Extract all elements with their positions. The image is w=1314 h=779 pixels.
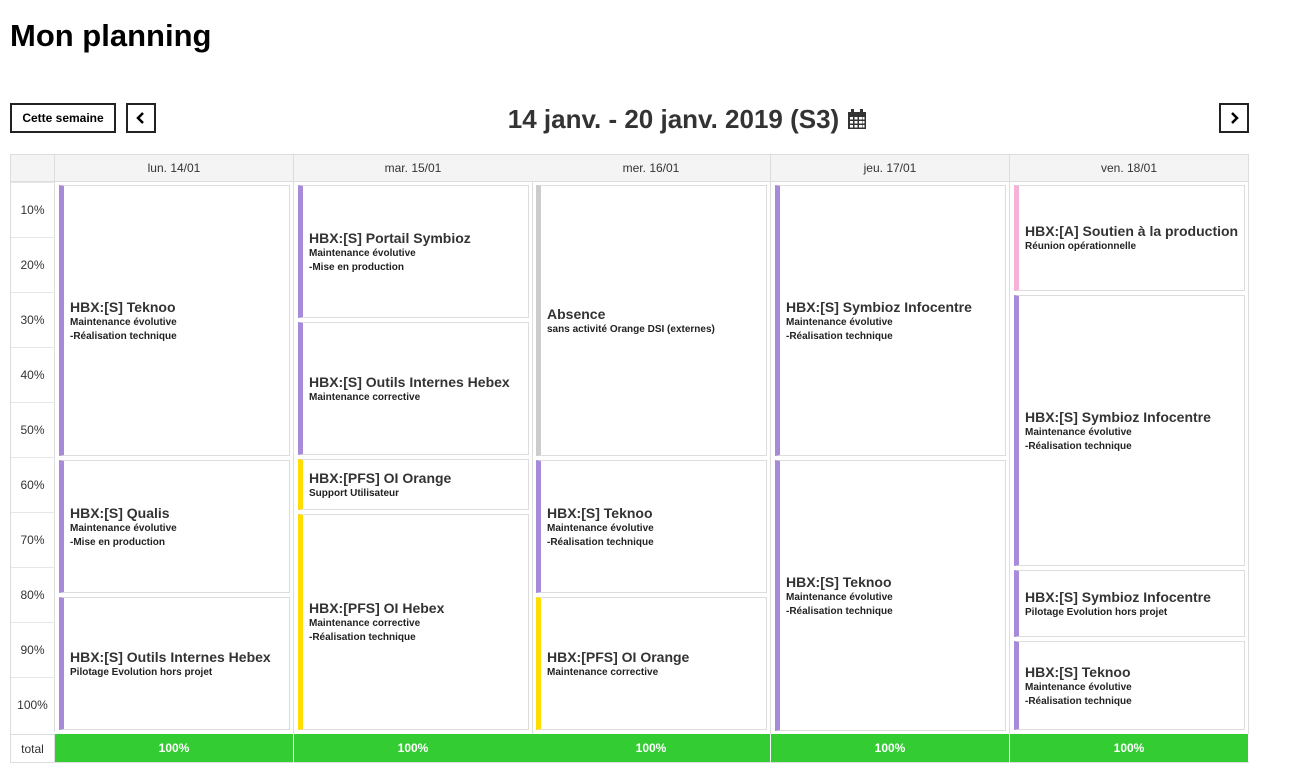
- event-subtitle: Maintenance corrective: [547, 666, 659, 678]
- planning-grid: total 10% 20% 30% 40% 50% 60% 70% 80% 90% 100% lun…: [10, 154, 1249, 763]
- event-subtitle: Maintenance évolutive: [786, 591, 893, 603]
- event-block[interactable]: HBX:[S] Teknoo Maintenance évolutive -Réal…: [536, 460, 767, 593]
- event-subtitle: sans activité Orange DSI (externes): [547, 323, 715, 335]
- total-cell: 100%: [771, 734, 1010, 762]
- event-block[interactable]: HBX:[A] Soutien à la production Réunion o…: [1014, 185, 1245, 291]
- event-detail: -Réalisation technique: [70, 330, 177, 342]
- day-header: jeu. 17/01: [771, 155, 1010, 182]
- event-subtitle: Maintenance corrective: [309, 618, 421, 629]
- event-block[interactable]: HBX:[S] Symbioz Infocentre Maintenance év…: [1014, 295, 1245, 566]
- event-block[interactable]: HBX:[S] Qualis Maintenance évolutive -Mise…: [59, 460, 290, 593]
- row-label: 100%: [11, 677, 55, 732]
- page-title: Mon planning: [10, 18, 212, 53]
- row-label: 70%: [11, 512, 55, 567]
- row-label: 50%: [11, 402, 55, 457]
- this-week-button[interactable]: Cette semaine: [10, 103, 116, 133]
- event-subtitle: Réunion opérationnelle: [1025, 241, 1137, 252]
- event-block[interactable]: HBX:[S] Outils Internes Hebex Maintenance…: [298, 322, 529, 455]
- event-block[interactable]: HBX:[S] Teknoo Maintenance évolutive -Réal…: [1014, 641, 1245, 730]
- event-subtitle: Maintenance évolutive: [1025, 426, 1132, 438]
- row-label: 60%: [11, 457, 55, 512]
- event-title: HBX:[S] Qualis: [70, 504, 170, 521]
- event-block[interactable]: HBX:[S] Teknoo Maintenance évolutive -Réal…: [775, 460, 1006, 731]
- event-title: HBX:[S] Symbioz Infocentre: [1025, 408, 1211, 425]
- event-block[interactable]: Absence sans activité Orange DSI (externe…: [536, 185, 767, 456]
- event-subtitle: Support Utilisateur: [309, 487, 400, 499]
- day-header: ven. 18/01: [1010, 155, 1249, 182]
- event-subtitle: Maintenance évolutive: [786, 316, 893, 328]
- previous-week-button[interactable]: [126, 103, 156, 133]
- event-block[interactable]: HBX:[PFS] OI Orange Maintenance correctiv…: [536, 597, 767, 730]
- event-detail: -Réalisation technique: [786, 330, 893, 342]
- chevron-right-icon: [1231, 112, 1239, 124]
- event-subtitle: Pilotage Evolution hors projet: [1025, 606, 1168, 618]
- event-title: HBX:[S] Teknoo: [1025, 663, 1131, 680]
- event-detail: -Réalisation technique: [786, 605, 893, 617]
- row-label: 20%: [11, 237, 55, 292]
- event-detail: -Mise en production: [70, 536, 165, 548]
- total-cell: 100%: [532, 734, 771, 762]
- event-subtitle: Maintenance évolutive: [547, 522, 654, 534]
- event-title: HBX:[S] Symbioz Infocentre: [786, 298, 972, 315]
- event-block[interactable]: HBX:[S] Teknoo Maintenance évolutive -Réal…: [59, 185, 290, 456]
- day-header: lun. 14/01: [55, 155, 294, 182]
- total-cell: 100%: [55, 734, 294, 762]
- event-title: HBX:[S] Teknoo: [547, 504, 653, 521]
- event-detail: -Réalisation technique: [1025, 440, 1132, 452]
- row-label: 10%: [11, 182, 55, 237]
- week-range-header: 14 janv. - 20 janv. 2019 (S3): [156, 101, 1219, 137]
- event-subtitle: Maintenance évolutive: [309, 247, 416, 259]
- event-title: HBX:[A] Soutien à la production: [1025, 223, 1239, 239]
- event-block[interactable]: HBX:[PFS] OI Hebex Maintenance corrective…: [298, 514, 529, 730]
- event-title: HBX:[S] Symbioz Infocentre: [1025, 588, 1211, 605]
- event-detail: -Réalisation technique: [309, 632, 416, 643]
- day-header: mer. 16/01: [532, 155, 771, 182]
- row-label: 40%: [11, 347, 55, 402]
- row-label: 80%: [11, 567, 55, 622]
- event-block[interactable]: HBX:[PFS] OI Orange Support Utilisateur: [298, 459, 529, 510]
- event-block[interactable]: HBX:[S] Outils Internes Hebex Pilotage Ev…: [59, 597, 290, 730]
- total-label: total: [11, 734, 55, 762]
- event-detail: -Réalisation technique: [1025, 695, 1132, 707]
- event-subtitle: Maintenance évolutive: [1025, 681, 1132, 693]
- event-subtitle: Pilotage Evolution hors projet: [70, 666, 213, 678]
- total-cell: 100%: [1010, 734, 1249, 762]
- event-title: HBX:[S] Outils Internes Hebex: [70, 648, 271, 665]
- grid-corner: [11, 155, 55, 182]
- event-subtitle: Maintenance évolutive: [70, 522, 177, 534]
- total-cell: 100%: [294, 734, 533, 762]
- event-detail: -Mise en production: [309, 261, 404, 273]
- event-title: HBX:[S] Outils Internes Hebex: [309, 373, 510, 390]
- row-label: 90%: [11, 622, 55, 677]
- chevron-left-icon: [136, 112, 144, 124]
- event-title: HBX:[S] Teknoo: [786, 573, 892, 590]
- week-range-label: 14 janv. - 20 janv. 2019 (S3): [507, 103, 840, 134]
- event-title: HBX:[PFS] OI Hebex: [309, 600, 445, 616]
- event-subtitle: Maintenance évolutive: [70, 316, 177, 328]
- day-header: mar. 15/01: [294, 155, 533, 182]
- event-block[interactable]: HBX:[S] Symbioz Infocentre Pilotage Evolu…: [1014, 570, 1245, 637]
- event-title: Absence: [547, 305, 606, 322]
- event-detail: -Réalisation technique: [547, 536, 654, 548]
- next-week-button[interactable]: [1219, 103, 1249, 133]
- calendar-icon[interactable]: [847, 108, 867, 130]
- event-title: HBX:[S] Portail Symbioz: [309, 229, 471, 246]
- event-title: HBX:[S] Teknoo: [70, 298, 176, 315]
- event-block[interactable]: HBX:[S] Portail Symbioz Maintenance évolu…: [298, 185, 529, 318]
- event-block[interactable]: HBX:[S] Symbioz Infocentre Maintenance év…: [775, 185, 1006, 456]
- row-label: 30%: [11, 292, 55, 347]
- event-subtitle: Maintenance corrective: [309, 391, 421, 403]
- event-title: HBX:[PFS] OI Orange: [309, 469, 452, 486]
- event-title: HBX:[PFS] OI Orange: [547, 648, 690, 665]
